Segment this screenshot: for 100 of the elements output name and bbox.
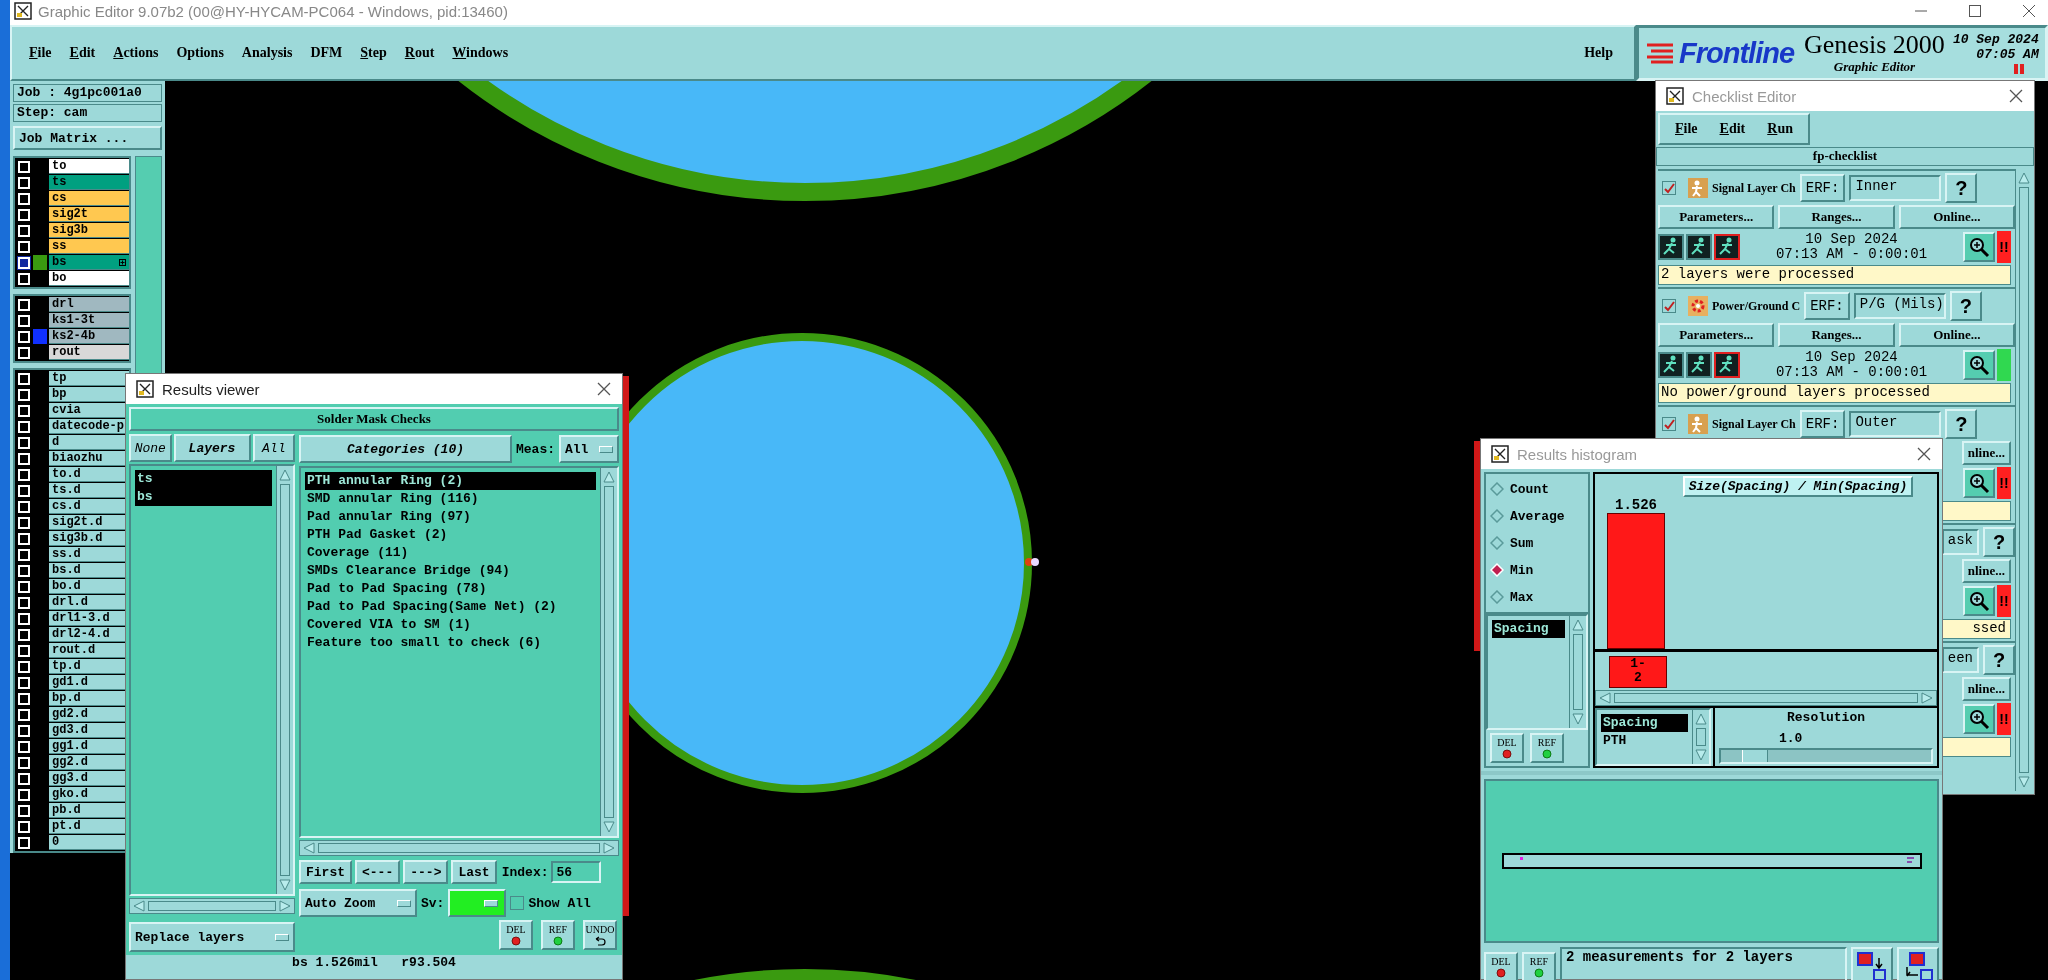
check-button[interactable]: Parameters... <box>1658 205 1775 229</box>
layer-list-item[interactable]: bs <box>135 488 272 506</box>
category-item[interactable]: Pad to Pad Spacing(Same Net) (2) <box>305 598 596 616</box>
layer-checkbox[interactable] <box>18 208 30 221</box>
navigation-button[interactable]: First <box>299 860 352 884</box>
zoom-button[interactable] <box>1963 468 1995 498</box>
layer-checkbox[interactable] <box>18 804 30 817</box>
erf-button[interactable]: ERF: <box>1799 174 1846 202</box>
close-icon[interactable] <box>1916 446 1932 462</box>
category-item[interactable]: PTH annular Ring (2) <box>305 472 596 490</box>
layer-checkbox[interactable] <box>18 580 30 593</box>
check-button[interactable]: Ranges... <box>1778 205 1895 229</box>
check-button[interactable]: Online... <box>1898 205 2015 229</box>
zoom-button[interactable] <box>1963 704 1995 734</box>
help-button[interactable]: ? <box>1983 527 2015 557</box>
type-item[interactable]: PTH <box>1601 732 1688 750</box>
erf-field[interactable]: P/G (Mils) <box>1853 293 1946 319</box>
layer-name[interactable]: ts <box>49 175 129 190</box>
category-item[interactable]: Coverage (11) <box>305 544 596 562</box>
layer-checkbox[interactable] <box>18 176 30 189</box>
layer-checkbox[interactable] <box>18 564 30 577</box>
layer-checkbox[interactable] <box>18 788 30 801</box>
layer-checkbox[interactable] <box>18 240 30 253</box>
menu-item[interactable]: Analysis <box>232 43 302 63</box>
layer-checkbox[interactable] <box>18 516 30 529</box>
layer-checkbox[interactable] <box>18 756 30 769</box>
menu-item[interactable]: Run <box>1758 119 1802 139</box>
layer-checkbox[interactable] <box>18 836 30 849</box>
export-button[interactable] <box>1851 947 1893 980</box>
radio-button[interactable]: Average <box>1490 505 1584 527</box>
category-item[interactable]: Pad annular Ring (97) <box>305 508 596 526</box>
layer-checkbox[interactable] <box>18 532 30 545</box>
icon-button[interactable]: DEL <box>1484 952 1518 980</box>
layer-checkbox[interactable] <box>18 388 30 401</box>
check-button[interactable]: nline... <box>1961 677 2011 701</box>
slider[interactable] <box>1719 748 1933 764</box>
layer-checkbox[interactable] <box>18 612 30 625</box>
layer-checkbox[interactable] <box>18 256 30 269</box>
layer-name[interactable]: bo <box>49 271 129 286</box>
checkbox[interactable] <box>1662 181 1676 195</box>
categories-button[interactable]: Categories (10) <box>299 435 512 463</box>
layer-checkbox[interactable] <box>18 596 30 609</box>
menu-item[interactable]: Rout <box>395 43 444 63</box>
icon-button[interactable]: DEL <box>499 920 533 950</box>
measure-item[interactable]: Spacing <box>1492 620 1565 638</box>
navigation-button[interactable]: <--- <box>355 860 401 884</box>
layer-checkbox[interactable] <box>18 772 30 785</box>
menu-item[interactable]: Edit <box>60 43 105 63</box>
layer-filter-button[interactable]: All <box>252 434 295 462</box>
layer-checkbox[interactable] <box>18 404 30 417</box>
import-button[interactable] <box>1897 947 1939 980</box>
icon-button[interactable]: REF <box>541 920 575 950</box>
header-button[interactable]: Solder Mask Checks <box>129 407 619 431</box>
close-icon[interactable] <box>2008 88 2024 104</box>
dropdown[interactable]: Auto Zoom <box>299 889 417 917</box>
erf-field[interactable]: Outer <box>1849 411 1942 437</box>
layer-checkbox[interactable] <box>18 484 30 497</box>
menu-item[interactable]: DFM <box>301 43 352 63</box>
close-icon[interactable] <box>596 381 612 397</box>
help-menu[interactable]: Help <box>1575 43 1622 63</box>
layer-checkbox[interactable] <box>18 346 30 359</box>
category-item[interactable]: SMD annular Ring (116) <box>305 490 596 508</box>
category-item[interactable]: SMDs Clearance Bridge (94) <box>305 562 596 580</box>
index-field[interactable]: 56 <box>551 861 602 883</box>
menu-item[interactable]: File <box>1666 119 1707 139</box>
layer-checkbox[interactable] <box>18 692 30 705</box>
layer-checkbox[interactable] <box>18 740 30 753</box>
layer-name[interactable]: rout <box>49 345 129 360</box>
category-item[interactable]: PTH Pad Gasket (2) <box>305 526 596 544</box>
layer-checkbox[interactable] <box>18 660 30 673</box>
layer-name[interactable]: sig3b <box>49 223 129 238</box>
scrollbar[interactable] <box>1595 690 1937 706</box>
layer-name[interactable]: ks1-3t <box>49 313 129 328</box>
dropdown[interactable]: All <box>559 435 619 463</box>
type-item[interactable]: Spacing <box>1601 714 1688 732</box>
layer-checkbox[interactable] <box>18 724 30 737</box>
category-item[interactable]: Feature too small to check (6) <box>305 634 596 652</box>
layer-name[interactable]: cs <box>49 191 129 206</box>
help-button[interactable]: ? <box>1949 291 1982 321</box>
icon-button[interactable]: REF <box>1530 733 1564 763</box>
scrollbar[interactable] <box>299 840 619 856</box>
menu-item[interactable]: Edit <box>1710 119 1755 139</box>
layer-checkbox[interactable] <box>18 500 30 513</box>
help-button[interactable]: ? <box>1945 409 1978 439</box>
checkbox[interactable] <box>1662 417 1676 431</box>
zoom-button[interactable] <box>1963 586 1995 616</box>
radio-button[interactable]: Max <box>1490 586 1584 608</box>
menu-item[interactable]: Step <box>351 43 396 63</box>
layer-checkbox[interactable] <box>18 192 30 205</box>
zoom-button[interactable] <box>1963 232 1995 262</box>
navigation-button[interactable]: Last <box>451 860 497 884</box>
layer-checkbox[interactable] <box>18 820 30 833</box>
layer-checkbox[interactable] <box>18 160 30 173</box>
layer-name[interactable]: drl <box>49 297 129 312</box>
layer-name[interactable]: bs <box>49 255 129 270</box>
menu-item[interactable]: Windows <box>443 43 518 63</box>
scrollbar[interactable] <box>600 468 617 836</box>
layer-checkbox[interactable] <box>18 436 30 449</box>
layer-checkbox[interactable] <box>18 468 30 481</box>
layer-name[interactable]: tp <box>49 371 129 386</box>
